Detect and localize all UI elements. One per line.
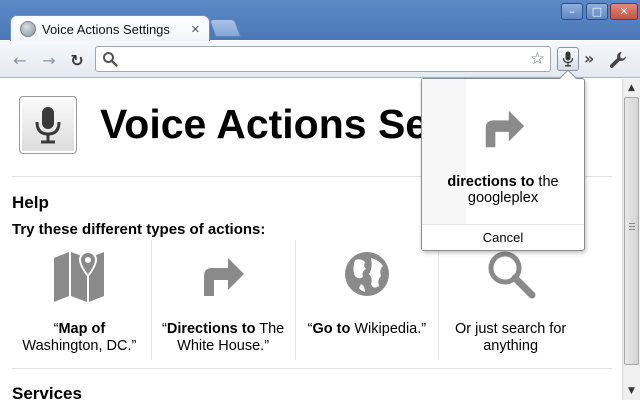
services-heading: Services — [12, 384, 82, 400]
microphone-icon — [562, 51, 574, 67]
minimize-icon: – — [569, 5, 575, 18]
overflow-chevron-icon[interactable]: » — [584, 49, 594, 68]
tab-voice-actions-settings[interactable]: Voice Actions Settings ✕ — [10, 15, 210, 42]
directions-arrow-icon — [485, 110, 525, 148]
action-go-to-example: “Go to Wikipedia.” — [296, 240, 440, 360]
cancel-button[interactable]: Cancel — [422, 230, 584, 245]
divider — [12, 368, 612, 369]
wrench-icon[interactable] — [608, 50, 628, 70]
close-window-button[interactable]: ✕ — [610, 3, 638, 20]
action-search-text: Or just search for anything — [455, 321, 567, 354]
reload-button[interactable]: ↻ — [66, 49, 88, 71]
recognized-command-text: directions to the googleplex — [447, 174, 559, 206]
back-button[interactable]: ← — [9, 49, 31, 71]
reload-icon: ↻ — [70, 50, 84, 70]
vertical-scrollbar[interactable]: ▲ ▼ — [622, 79, 640, 400]
tab-title: Voice Actions Settings — [42, 21, 170, 37]
close-icon: ✕ — [619, 5, 629, 18]
scroll-down-arrow-icon[interactable]: ▼ — [623, 383, 640, 398]
browser-toolbar: ← → ↻ ☆ » — [0, 41, 640, 78]
tab-close-icon[interactable]: ✕ — [191, 23, 200, 36]
voice-actions-logo — [19, 96, 77, 154]
favicon-icon — [20, 21, 36, 37]
action-directions-example: “Directions to The White House.” — [152, 240, 296, 360]
action-search-example: Or just search for anything — [439, 240, 582, 360]
address-bar[interactable]: ☆ — [95, 46, 551, 72]
help-heading: Help — [12, 193, 49, 212]
voice-action-popup: directions to the googleplex Cancel — [421, 69, 585, 251]
action-map-text: “Map of Washington, DC.” — [22, 321, 137, 354]
action-map-example: “Map of Washington, DC.” — [8, 240, 152, 360]
maximize-button[interactable]: □ — [586, 3, 608, 20]
popup-divider — [422, 224, 584, 225]
example-actions: “Map of Washington, DC.” “Directions to … — [8, 240, 582, 360]
search-icon — [103, 52, 118, 67]
voice-search-button[interactable] — [557, 47, 579, 71]
maximize-icon: □ — [591, 5, 603, 18]
action-directions-text: “Directions to The White House.” — [162, 321, 285, 354]
action-go-to-text: “Go to Wikipedia.” — [307, 321, 427, 337]
search-magnifier-icon — [488, 251, 536, 299]
forward-arrow-icon: → — [42, 50, 56, 70]
globe-icon — [344, 252, 389, 296]
microphone-icon — [35, 107, 61, 144]
back-arrow-icon: ← — [13, 50, 27, 70]
directions-arrow-icon — [204, 258, 245, 296]
minimize-button[interactable]: – — [561, 3, 583, 20]
window-titlebar: – □ ✕ Voice Actions Settings ✕ — [0, 0, 640, 42]
grip-icon — [629, 223, 635, 232]
help-subheading: Try these different types of actions: — [12, 221, 266, 238]
address-input[interactable] — [124, 50, 514, 69]
map-icon — [54, 250, 105, 302]
bookmark-star-icon[interactable]: ☆ — [530, 49, 545, 69]
forward-button[interactable]: → — [38, 49, 60, 71]
scroll-thumb[interactable] — [624, 97, 639, 365]
scroll-up-arrow-icon[interactable]: ▲ — [623, 80, 640, 95]
new-tab-button[interactable] — [208, 19, 242, 37]
